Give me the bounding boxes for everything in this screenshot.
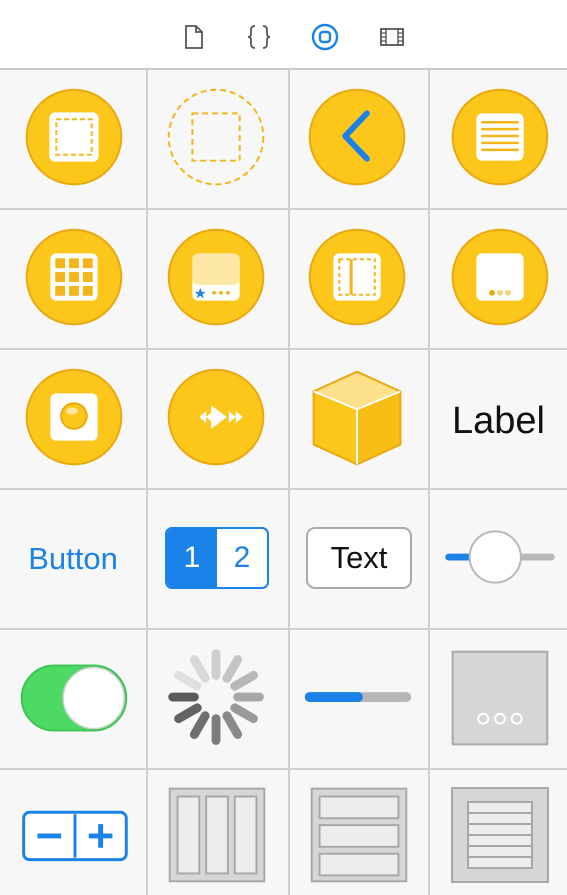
split-view-controller-item[interactable] bbox=[290, 210, 430, 350]
object-library-icon bbox=[311, 23, 339, 51]
navigation-controller-icon bbox=[308, 88, 406, 186]
progress-view-item[interactable] bbox=[290, 630, 430, 770]
view-controller-icon bbox=[25, 88, 123, 186]
storyboard-reference-icon bbox=[167, 88, 265, 186]
tab-bar-controller-icon bbox=[167, 228, 265, 326]
table-view-controller-icon bbox=[451, 88, 549, 186]
object-cube-icon bbox=[312, 370, 402, 466]
table-view-item[interactable] bbox=[430, 770, 567, 895]
text-field-item[interactable]: Text bbox=[290, 490, 430, 630]
table-view-icon bbox=[451, 787, 549, 883]
slider-icon bbox=[445, 530, 555, 584]
av-player-view-controller-item[interactable] bbox=[148, 350, 290, 490]
activity-indicator-icon bbox=[168, 649, 264, 745]
collection-view-controller-icon bbox=[25, 228, 123, 326]
slider-item[interactable] bbox=[430, 490, 567, 630]
vertical-stack-view-item[interactable] bbox=[290, 770, 430, 895]
object-library-tab[interactable] bbox=[310, 22, 340, 52]
progress-view-icon bbox=[304, 692, 412, 702]
horizontal-stack-view-item[interactable] bbox=[148, 770, 290, 895]
object-library-grid: Label Button 1 2 Text bbox=[0, 70, 567, 895]
table-view-controller-item[interactable] bbox=[430, 70, 567, 210]
segmented-control-item[interactable]: 1 2 bbox=[148, 490, 290, 630]
switch-item[interactable] bbox=[0, 630, 148, 770]
button-sample-text: Button bbox=[28, 541, 118, 576]
page-control-icon bbox=[451, 650, 549, 746]
segment-1: 1 bbox=[167, 529, 217, 587]
stepper-icon bbox=[22, 810, 128, 862]
braces-icon bbox=[247, 25, 271, 49]
navigation-controller-item[interactable] bbox=[290, 70, 430, 210]
text-field-sample: Text bbox=[306, 527, 412, 589]
collection-view-controller-item[interactable] bbox=[0, 210, 148, 350]
glkit-view-controller-icon bbox=[25, 368, 123, 466]
tab-bar-controller-item[interactable] bbox=[148, 210, 290, 350]
label-sample-text: Label bbox=[452, 400, 545, 442]
switch-icon bbox=[20, 664, 128, 732]
button-item[interactable]: Button bbox=[0, 490, 148, 630]
media-library-tab[interactable] bbox=[377, 22, 407, 52]
stepper-item[interactable] bbox=[0, 770, 148, 895]
split-view-controller-icon bbox=[308, 228, 406, 326]
file-icon bbox=[185, 25, 203, 49]
activity-indicator-item[interactable] bbox=[148, 630, 290, 770]
storyboard-reference-item[interactable] bbox=[148, 70, 290, 210]
view-controller-item[interactable] bbox=[0, 70, 148, 210]
segmented-control: 1 2 bbox=[165, 527, 269, 589]
file-template-tab[interactable] bbox=[179, 22, 209, 52]
object-item[interactable] bbox=[290, 350, 430, 490]
code-snippet-tab[interactable] bbox=[244, 22, 274, 52]
horizontal-stack-view-icon bbox=[168, 787, 266, 883]
page-view-controller-item[interactable] bbox=[430, 210, 567, 350]
glkit-view-controller-item[interactable] bbox=[0, 350, 148, 490]
page-view-controller-icon bbox=[451, 228, 549, 326]
label-item[interactable]: Label bbox=[430, 350, 567, 490]
page-control-item[interactable] bbox=[430, 630, 567, 770]
library-toolbar bbox=[0, 0, 567, 70]
media-library-icon bbox=[380, 28, 404, 46]
av-player-view-controller-icon bbox=[167, 368, 265, 466]
segment-2: 2 bbox=[233, 541, 251, 574]
vertical-stack-view-icon bbox=[310, 787, 408, 883]
